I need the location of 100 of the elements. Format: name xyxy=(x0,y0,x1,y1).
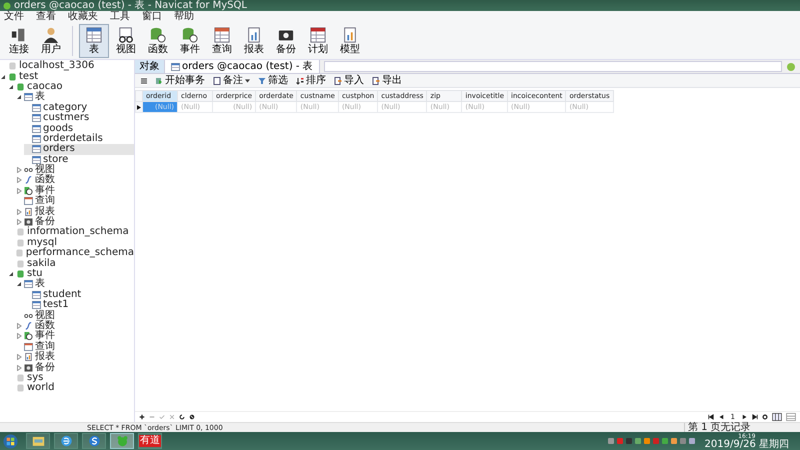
menu-item[interactable]: 收藏夹 xyxy=(68,11,98,23)
tree-item[interactable]: goods xyxy=(24,123,134,134)
toolbar-button[interactable]: 排序 xyxy=(295,75,327,86)
tree-item[interactable]: 报表 xyxy=(16,352,134,362)
toolbar-button[interactable]: 视图 xyxy=(111,24,141,58)
expand-arrow-icon[interactable] xyxy=(16,167,22,174)
tree-item[interactable]: 表 xyxy=(16,92,134,103)
table-icon xyxy=(32,145,41,154)
taskbar-app[interactable] xyxy=(82,433,106,449)
first-page-icon[interactable] xyxy=(708,414,714,420)
form-view-icon[interactable] xyxy=(786,413,796,421)
toolbar-button[interactable]: 函数 xyxy=(143,24,173,58)
menu-item[interactable]: 文件 xyxy=(4,11,24,23)
taskbar-app[interactable]: 有道 xyxy=(138,433,162,449)
expand-arrow-icon[interactable] xyxy=(16,354,22,360)
toolbar-button[interactable]: 表 xyxy=(79,24,109,58)
info-field[interactable] xyxy=(324,61,782,72)
expand-arrow-icon[interactable] xyxy=(16,364,22,371)
collapse-arrow-icon[interactable] xyxy=(16,94,22,100)
tree-item[interactable]: performance_schema xyxy=(8,248,134,258)
query-icon xyxy=(24,197,33,206)
tree-item[interactable]: mysql xyxy=(8,238,134,248)
toolbar-button[interactable]: 筛选 xyxy=(257,75,289,86)
tree-item[interactable]: 视图 xyxy=(16,310,134,321)
tree-item[interactable]: 备份 xyxy=(16,216,134,228)
tree-item[interactable]: 视图 xyxy=(16,164,134,176)
filter-icon xyxy=(258,76,266,84)
taskbar-app[interactable] xyxy=(54,433,78,449)
expand-arrow-icon[interactable] xyxy=(16,208,22,215)
toolbar-button[interactable]: 备份 xyxy=(271,24,301,58)
expand-arrow-icon[interactable] xyxy=(16,188,22,194)
tree-item[interactable]: orders xyxy=(24,144,134,155)
tree-item[interactable]: 报表 xyxy=(16,206,134,217)
tree-item[interactable]: localhost_3306 xyxy=(0,61,134,72)
tree-item[interactable]: 事件 xyxy=(16,331,134,342)
grid-view-icon[interactable] xyxy=(772,413,782,421)
refresh-icon[interactable] xyxy=(179,414,185,420)
collapse-arrow-icon[interactable] xyxy=(16,281,22,288)
toolbar-button[interactable]: 查询 xyxy=(207,24,237,58)
query-icon xyxy=(24,342,33,351)
menu-item[interactable]: 帮助 xyxy=(174,11,194,23)
apply-icon[interactable] xyxy=(159,414,165,420)
tab[interactable]: 对象 xyxy=(135,60,165,73)
tree-item[interactable]: orderdetails xyxy=(24,134,134,144)
tree-item[interactable]: 查询 xyxy=(16,196,134,206)
toolbar-button[interactable]: 连接 xyxy=(4,24,34,58)
remove-icon[interactable] xyxy=(149,414,155,420)
tree-item[interactable]: 备份 xyxy=(16,362,134,373)
tree-item[interactable]: custmers xyxy=(24,112,134,124)
collapse-arrow-icon[interactable] xyxy=(0,74,6,80)
window-title: orders @caocao (test) - 表 - Navicat for MySQL xyxy=(14,0,247,11)
toolbar-button[interactable]: 模型 xyxy=(335,24,365,58)
expand-arrow-icon[interactable] xyxy=(16,322,22,329)
toolbar-button[interactable]: 报表 xyxy=(239,24,269,58)
collapse-arrow-icon[interactable] xyxy=(8,271,14,277)
tree-item[interactable]: student xyxy=(24,290,134,300)
collapse-arrow-icon[interactable] xyxy=(8,84,14,90)
menu-icon[interactable] xyxy=(140,76,148,84)
expand-arrow-icon[interactable] xyxy=(16,219,22,226)
glasses-icon xyxy=(24,312,33,320)
tree-item[interactable]: 表 xyxy=(16,279,134,290)
tree-item[interactable]: test1 xyxy=(24,300,134,310)
table-icon xyxy=(32,124,41,133)
toolbar-button[interactable]: 用户 xyxy=(36,24,66,58)
tree-item[interactable]: world xyxy=(8,383,134,394)
last-page-icon[interactable] xyxy=(752,414,758,420)
previous-page-icon[interactable] xyxy=(718,414,724,420)
expand-arrow-icon[interactable] xyxy=(16,333,22,340)
taskbar-app[interactable] xyxy=(26,433,50,449)
tree-item[interactable]: sakila xyxy=(8,258,134,269)
toolbar-button[interactable]: 备注 xyxy=(212,75,251,86)
cancel-icon[interactable] xyxy=(169,414,175,420)
tree-item[interactable]: sys xyxy=(8,372,134,384)
toolbar-button[interactable]: 开始事务 xyxy=(154,75,206,86)
expand-arrow-icon[interactable] xyxy=(16,177,22,184)
tree-item[interactable]: category xyxy=(24,102,134,113)
menu-item[interactable]: 窗口 xyxy=(142,11,162,23)
tree-item[interactable]: store xyxy=(24,154,134,165)
query-icon xyxy=(213,27,231,43)
clock-date[interactable]: 2019/9/26 星期四 xyxy=(704,440,789,450)
toolbar-button[interactable]: 导入 xyxy=(333,75,365,86)
menu-item[interactable]: 查看 xyxy=(36,11,56,23)
toolbar-button[interactable]: 事件 xyxy=(175,24,205,58)
user-icon xyxy=(42,27,60,43)
menu-item[interactable]: 工具 xyxy=(110,11,130,23)
browser-icon xyxy=(60,435,72,447)
settings-icon[interactable] xyxy=(762,414,768,420)
table-icon xyxy=(85,27,103,43)
stop-icon[interactable] xyxy=(189,414,195,420)
tree-item[interactable]: information_schema xyxy=(8,227,134,238)
tree-item[interactable]: 查询 xyxy=(16,342,134,352)
export-icon xyxy=(372,76,380,84)
start-button[interactable] xyxy=(3,434,18,448)
tree-item[interactable]: 函数 xyxy=(16,175,134,186)
add-icon[interactable] xyxy=(139,414,145,420)
next-page-icon[interactable] xyxy=(742,414,748,420)
toolbar-button[interactable]: 导出 xyxy=(371,75,403,86)
tab[interactable]: orders @caocao (test) - 表 xyxy=(165,60,320,73)
tree-item[interactable]: test xyxy=(0,71,134,82)
toolbar-button[interactable]: 计划 xyxy=(303,24,333,58)
